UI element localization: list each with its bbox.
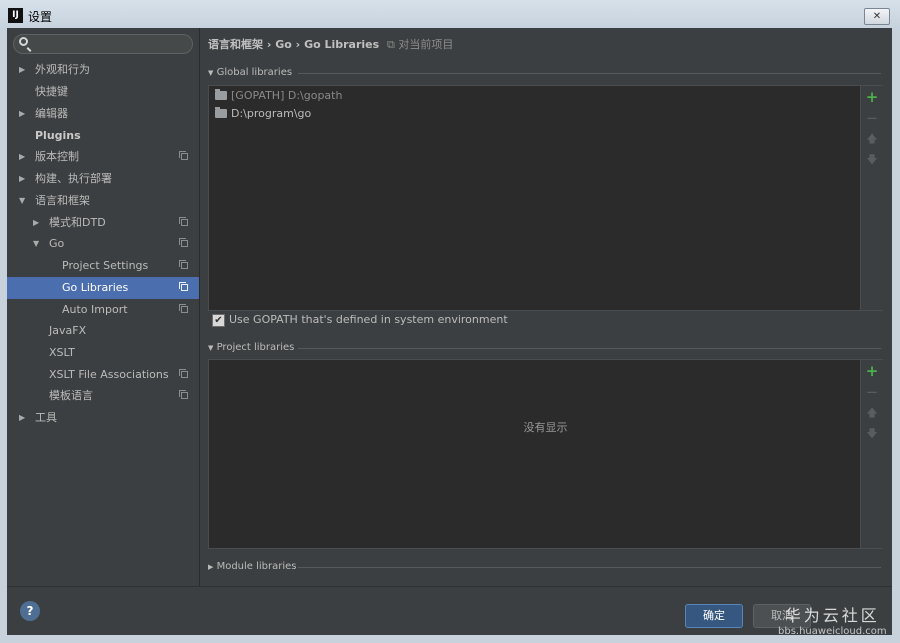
breadcrumb: 语言和框架 › Go › Go Libraries ⧉ 对当前项目 — [208, 36, 453, 52]
project-libraries-toolbar: + − 🡅 🡇 — [860, 360, 883, 548]
sidebar-item-go[interactable]: ▼ Go — [7, 233, 199, 255]
project-scope-icon — [179, 217, 188, 226]
global-libraries-header[interactable]: ▼ Global libraries — [208, 67, 292, 78]
library-path: [GOPATH] D:\gopath — [231, 89, 343, 102]
global-libraries-toolbar: + − 🡅 🡇 — [860, 86, 883, 310]
remove-icon[interactable]: − — [861, 108, 883, 128]
section-separator — [298, 73, 881, 74]
remove-icon[interactable]: − — [861, 382, 883, 402]
close-icon: ✕ — [872, 11, 882, 22]
collapse-arrow-icon: ▼ — [208, 69, 214, 77]
watermark-url: bbs.huaweicloud.com — [778, 626, 887, 637]
sidebar-item-build[interactable]: ▶ 构建、执行部署 — [7, 168, 199, 190]
app-icon: IJ — [8, 8, 23, 23]
project-scope-icon — [179, 282, 188, 291]
sidebar-item-xslt-file-associations[interactable]: XSLT File Associations — [7, 364, 199, 386]
sidebar-item-languages[interactable]: ▼ 语言和框架 — [7, 190, 199, 212]
sidebar-item-keymap[interactable]: 快捷键 — [7, 81, 199, 103]
watermark: 华为云社区 bbs.huaweicloud.com — [778, 602, 887, 637]
section-separator — [298, 348, 881, 349]
section-title: Module libraries — [216, 561, 297, 572]
sidebar-item-version-control[interactable]: ▶ 版本控制 — [7, 146, 199, 168]
breadcrumb-scope-note: ⧉ 对当前项目 — [387, 38, 453, 51]
expand-arrow-icon: ▶ — [208, 563, 214, 571]
sidebar-item-xslt[interactable]: XSLT — [7, 342, 199, 364]
section-separator — [298, 567, 881, 568]
sidebar-item-auto-import[interactable]: Auto Import — [7, 299, 199, 321]
breadcrumb-separator: › — [295, 38, 301, 51]
project-scope-icon — [179, 260, 188, 269]
folder-icon — [215, 106, 227, 118]
sidebar-item-project-settings[interactable]: Project Settings — [7, 255, 199, 277]
library-path: D:\program\go — [231, 107, 312, 120]
list-item[interactable]: D:\program\go — [215, 105, 311, 123]
search-icon — [19, 37, 28, 46]
project-scope-icon — [179, 369, 188, 378]
list-item[interactable]: [GOPATH] D:\gopath — [215, 87, 342, 105]
move-up-icon[interactable]: 🡅 — [861, 403, 883, 423]
ok-button[interactable]: 确定 — [685, 604, 743, 628]
scope-note-text: 对当前项目 — [398, 38, 454, 51]
checkmark-icon: ✔ — [214, 315, 223, 326]
sidebar-item-schemas-dtd[interactable]: ▶ 模式和DTD — [7, 212, 199, 234]
expand-arrow-icon: ▶ — [19, 65, 26, 74]
sidebar-item-template-languages[interactable]: 模板语言 — [7, 385, 199, 407]
breadcrumb-separator: › — [266, 38, 272, 51]
move-down-icon[interactable]: 🡇 — [861, 150, 883, 170]
section-title: Global libraries — [216, 67, 293, 78]
sidebar-item-go-libraries[interactable]: Go Libraries — [7, 277, 199, 299]
collapse-arrow-icon: ▼ — [208, 344, 214, 352]
empty-list-text: 没有显示 — [523, 421, 568, 434]
sidebar: ▶ 外观和行为 快捷键 ▶ 编辑器 Plugins ▶ 版本控制 ▶ 构建、执行… — [7, 28, 199, 586]
project-scope-icon — [179, 238, 188, 247]
expand-arrow-icon: ▶ — [33, 218, 40, 227]
close-button[interactable]: ✕ — [864, 8, 890, 25]
project-scope-icon — [179, 304, 188, 313]
collapse-arrow-icon: ▼ — [33, 239, 40, 248]
breadcrumb-item: Go — [275, 38, 292, 51]
settings-dialog: ▶ 外观和行为 快捷键 ▶ 编辑器 Plugins ▶ 版本控制 ▶ 构建、执行… — [7, 28, 892, 635]
breadcrumb-item: 语言和框架 — [208, 38, 263, 51]
help-button[interactable]: ? — [20, 601, 40, 621]
gopath-checkbox-label[interactable]: Use GOPATH that's defined in system envi… — [229, 313, 508, 326]
expand-arrow-icon: ▶ — [19, 152, 26, 161]
main-panel: 语言和框架 › Go › Go Libraries ⧉ 对当前项目 ▼ Glob… — [200, 28, 892, 586]
project-libraries-list[interactable]: 没有显示 + − 🡅 🡇 — [208, 359, 883, 549]
move-up-icon[interactable]: 🡅 — [861, 129, 883, 149]
sidebar-item-tools[interactable]: ▶ 工具 — [7, 407, 199, 429]
search-input[interactable] — [13, 34, 193, 54]
sidebar-item-appearance[interactable]: ▶ 外观和行为 — [7, 59, 199, 81]
window-title: 设置 — [28, 10, 53, 24]
project-scope-icon: ⧉ — [387, 38, 395, 51]
dialog-footer: ? 确定 取消 — [7, 586, 892, 635]
module-libraries-header[interactable]: ▶ Module libraries — [208, 561, 297, 572]
sidebar-item-plugins[interactable]: Plugins — [7, 125, 199, 147]
expand-arrow-icon: ▶ — [19, 174, 26, 183]
expand-arrow-icon: ▶ — [19, 413, 26, 422]
watermark-title: 华为云社区 — [784, 606, 880, 625]
move-down-icon[interactable]: 🡇 — [861, 424, 883, 444]
expand-arrow-icon: ▶ — [19, 109, 26, 118]
collapse-arrow-icon: ▼ — [19, 196, 26, 205]
folder-icon — [215, 88, 227, 100]
breadcrumb-item: Go Libraries — [304, 38, 380, 51]
add-icon[interactable]: + — [861, 87, 883, 107]
sidebar-item-javafx[interactable]: JavaFX — [7, 320, 199, 342]
add-icon[interactable]: + — [861, 361, 883, 381]
section-title: Project libraries — [216, 342, 295, 353]
global-libraries-list[interactable]: [GOPATH] D:\gopath D:\program\go + − 🡅 🡇 — [208, 85, 883, 311]
title-bar: IJ 设置 ✕ — [0, 0, 900, 30]
sidebar-item-editor[interactable]: ▶ 编辑器 — [7, 103, 199, 125]
gopath-checkbox[interactable]: ✔ — [212, 314, 225, 327]
project-scope-icon — [179, 151, 188, 160]
project-scope-icon — [179, 390, 188, 399]
project-libraries-header[interactable]: ▼ Project libraries — [208, 342, 294, 353]
